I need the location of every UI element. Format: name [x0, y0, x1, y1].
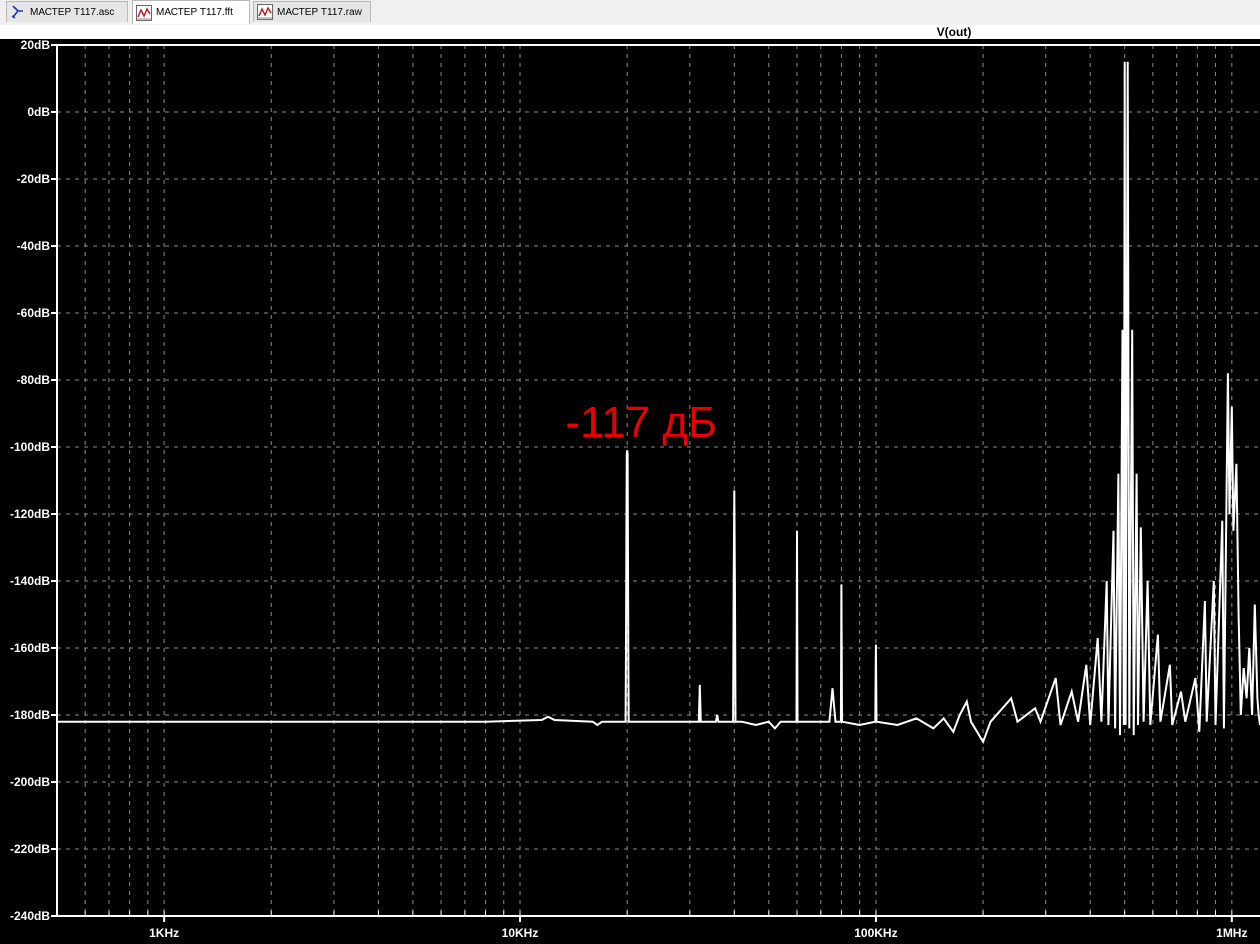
plot-background [0, 25, 1260, 944]
tab-asc-schematic[interactable]: МАСТЕР Т117.asc [6, 1, 128, 22]
waveform-icon [257, 4, 273, 20]
y-tick-label: -80dB [17, 373, 51, 387]
y-tick-label: -160dB [10, 641, 50, 655]
tab-fft-label: МАСТЕР Т117.fft [156, 7, 233, 18]
y-tick-label: -100dB [10, 440, 50, 454]
x-tick-label: 1MHz [1216, 926, 1247, 940]
trace-title[interactable]: V(out) [937, 25, 972, 39]
tab-raw-label: МАСТЕР Т117.raw [277, 6, 362, 18]
y-tick-label: -180dB [10, 708, 50, 722]
y-tick-label: -200dB [10, 775, 50, 789]
x-tick-label: 1KHz [149, 926, 179, 940]
trace-title-bar [0, 25, 1260, 39]
tab-raw[interactable]: МАСТЕР Т117.raw [253, 1, 371, 22]
y-tick-label: -20dB [17, 172, 51, 186]
y-tick-label: -240dB [10, 909, 50, 923]
x-tick-label: 100KHz [854, 926, 897, 940]
y-tick-label: -60dB [17, 306, 51, 320]
schematic-icon [11, 5, 23, 19]
document-tab-bar: МАСТЕР Т117.asc МАСТЕР Т117.fft МАСТЕР Т… [0, 0, 1260, 26]
y-tick-label: -120dB [10, 507, 50, 521]
y-tick-label: -40dB [17, 239, 51, 253]
tab-fft[interactable]: МАСТЕР Т117.fft [132, 0, 250, 24]
peak-annotation: -117 дБ [565, 398, 717, 447]
y-tick-label: -220dB [10, 842, 50, 856]
fft-plot[interactable]: V(out) 20dB 0dB -20dB -40dB -60dB -80dB -100dB… [0, 25, 1260, 944]
x-tick-label: 10KHz [502, 926, 539, 940]
y-tick-label: 0dB [27, 105, 50, 119]
y-tick-label: 20dB [21, 38, 51, 52]
tab-asc-label: МАСТЕР Т117.asc [30, 6, 115, 18]
waveform-icon [136, 4, 152, 21]
y-tick-label: -140dB [10, 574, 50, 588]
